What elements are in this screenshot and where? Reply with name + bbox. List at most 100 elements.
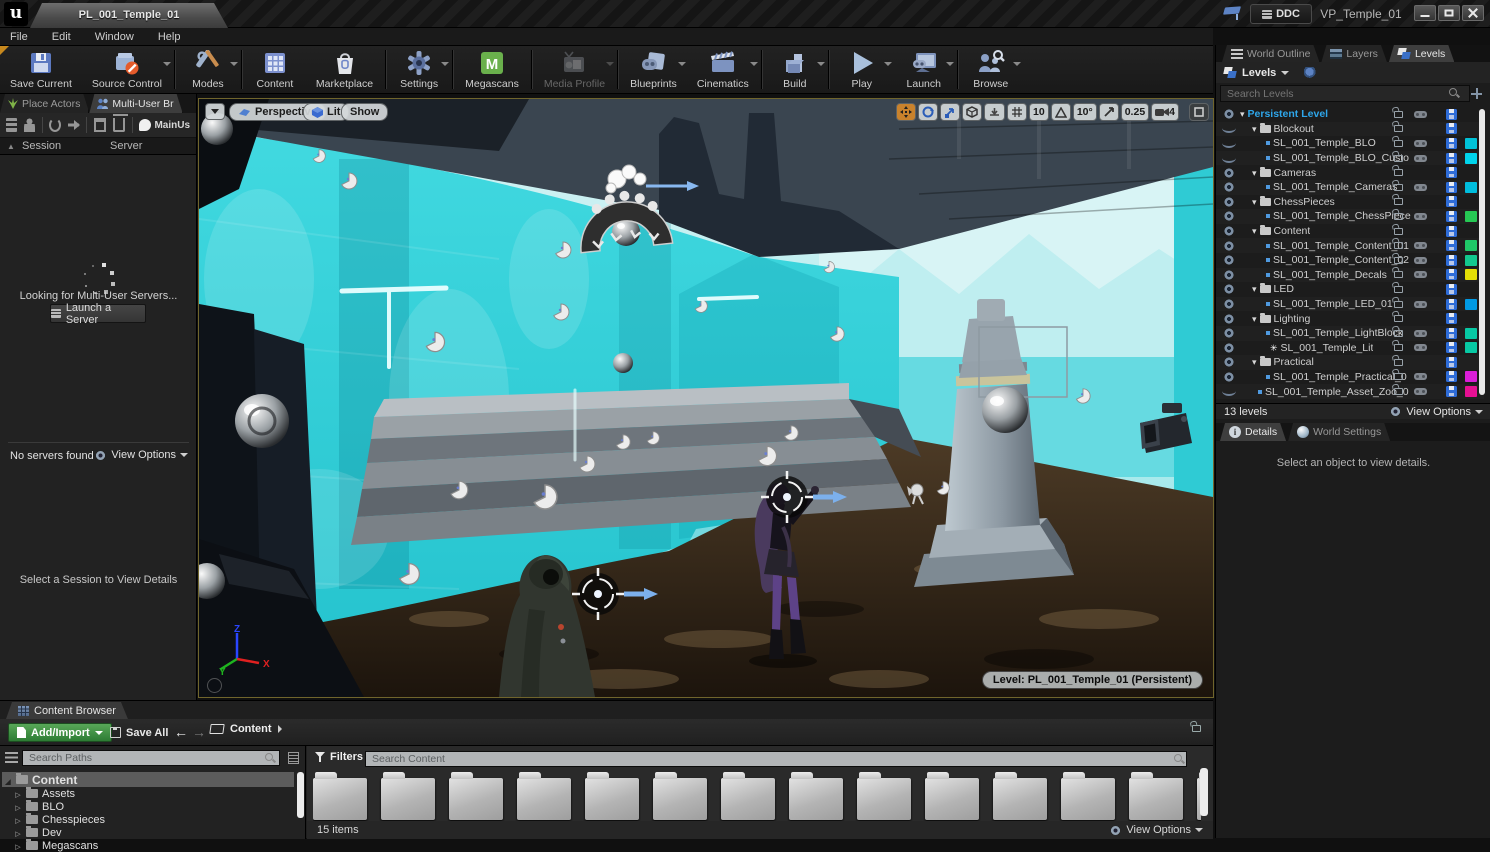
lock-icon[interactable] [1394, 330, 1403, 337]
menu-item[interactable]: Edit [52, 31, 71, 43]
lock-icon[interactable] [1394, 257, 1403, 264]
level-color-swatch[interactable] [1465, 371, 1477, 382]
dropdown-caret-icon[interactable] [884, 62, 892, 66]
gamepad-icon[interactable] [1414, 140, 1427, 147]
tree-folder-name[interactable]: Content [32, 773, 77, 787]
level-name[interactable]: SL_001_Temple_Asset_Zoo_0 [1265, 386, 1409, 398]
move-tool-button[interactable] [896, 103, 916, 121]
add-import-button[interactable]: Add/Import [8, 723, 112, 742]
add-level-icon[interactable] [1471, 88, 1482, 99]
save-all-button[interactable]: Save All [104, 723, 174, 742]
level-row[interactable]: SL_001_Temple_Practical_0 [1216, 370, 1484, 385]
add-user-icon[interactable] [24, 118, 35, 132]
level-row[interactable]: SL_001_Temple_LightBlock [1216, 326, 1484, 341]
search-content-input[interactable] [365, 751, 1187, 767]
megascans-button[interactable]: M Megascans [455, 46, 529, 93]
expand-arrow-icon[interactable] [1252, 283, 1257, 295]
content-view-options[interactable]: View Options [1109, 824, 1203, 836]
save-current-button[interactable]: Save Current [0, 46, 82, 93]
save-level-icon[interactable] [1446, 357, 1457, 368]
level-row[interactable]: SL_001_Temple_BLO_Custo [1216, 151, 1484, 166]
levels-view-options[interactable]: View Options [1389, 406, 1483, 418]
tab-multi-user-browser[interactable]: Multi-User Br [89, 94, 182, 113]
level-color-swatch[interactable] [1465, 269, 1477, 280]
content-folder[interactable] [789, 778, 843, 820]
save-level-icon[interactable] [1446, 240, 1457, 251]
modes-button[interactable]: Modes [177, 46, 239, 93]
tree-folder-name[interactable]: Dev [42, 827, 62, 839]
gamepad-icon[interactable] [1414, 388, 1427, 395]
search-paths-input[interactable] [22, 750, 280, 766]
archive-icon[interactable] [94, 118, 106, 132]
visibility-eye-icon[interactable] [1222, 109, 1236, 119]
levels-scrollbar[interactable] [1479, 109, 1485, 395]
viewport-help-icon[interactable] [207, 678, 222, 693]
tab-levels[interactable]: Levels [1389, 45, 1454, 62]
tree-expand-arrow[interactable] [4, 773, 12, 787]
save-level-icon[interactable] [1446, 211, 1457, 222]
viewport-options-dropdown[interactable] [205, 103, 225, 120]
marketplace-button[interactable]: Marketplace [306, 46, 383, 93]
column-session[interactable]: Session [22, 140, 110, 152]
sources-list-icon[interactable] [288, 752, 299, 764]
join-session-icon[interactable] [68, 118, 79, 132]
angle-snap-toggle[interactable] [1051, 103, 1071, 121]
level-color-swatch[interactable] [1465, 299, 1477, 310]
visibility-eye-icon[interactable] [1222, 299, 1236, 309]
settings-button[interactable]: Settings [388, 46, 450, 93]
content-folder[interactable] [1061, 778, 1115, 820]
save-level-icon[interactable] [1446, 328, 1457, 339]
collapse-sources-icon[interactable] [5, 752, 18, 763]
scale-snap-value[interactable]: 0.25 [1121, 103, 1149, 121]
tab-details[interactable]: i Details [1220, 423, 1286, 441]
launch-server-button[interactable]: Launch a Server [50, 304, 146, 323]
level-color-swatch[interactable] [1465, 240, 1477, 251]
level-color-swatch[interactable] [1465, 153, 1477, 164]
dropdown-caret-icon[interactable] [606, 62, 614, 66]
level-name[interactable]: Cameras [1274, 167, 1317, 179]
expand-arrow-icon[interactable] [1252, 167, 1257, 179]
visibility-eye-icon[interactable] [1222, 357, 1236, 367]
content-folder[interactable] [381, 778, 435, 820]
level-color-swatch[interactable] [1465, 211, 1477, 222]
save-level-icon[interactable] [1446, 342, 1457, 353]
scale-tool-button[interactable] [940, 103, 960, 121]
tab-content-browser[interactable]: Content Browser [6, 702, 128, 719]
world-local-toggle[interactable] [962, 103, 982, 121]
tree-row[interactable]: Dev [2, 826, 294, 839]
visibility-eye-icon[interactable] [1222, 241, 1236, 251]
dropdown-caret-icon[interactable] [678, 62, 686, 66]
menu-item[interactable]: Help [158, 31, 181, 43]
close-button[interactable] [1462, 5, 1484, 21]
tree-folder-name[interactable]: Assets [42, 788, 75, 800]
visibility-eye-icon[interactable] [1222, 328, 1236, 338]
session-view-options[interactable]: View Options [94, 449, 188, 461]
dropdown-caret-icon[interactable] [1013, 62, 1021, 66]
visibility-eye-icon[interactable] [1222, 314, 1236, 324]
level-color-swatch[interactable] [1465, 182, 1477, 193]
level-name[interactable]: ChessPieces [1274, 196, 1335, 208]
level-row[interactable]: LED [1216, 282, 1484, 297]
lock-icon[interactable] [1394, 315, 1403, 322]
save-level-icon[interactable] [1446, 386, 1457, 397]
tree-row[interactable]: BLO [2, 800, 294, 813]
dropdown-caret-icon[interactable] [230, 62, 238, 66]
visibility-eye-icon[interactable] [1222, 158, 1236, 163]
level-name[interactable]: SL_001_Temple_LightBlock [1273, 327, 1403, 339]
content-folder[interactable] [517, 778, 571, 820]
tree-expand-arrow[interactable] [14, 788, 22, 800]
save-level-icon[interactable] [1446, 123, 1457, 134]
lock-icon[interactable] [1394, 301, 1403, 308]
tab-world-outliner[interactable]: World Outline [1222, 45, 1319, 62]
document-tab[interactable]: PL_001_Temple_01 [30, 3, 228, 28]
level-color-swatch[interactable] [1465, 138, 1477, 149]
expand-arrow-icon[interactable] [1252, 196, 1257, 208]
lock-icon[interactable] [1394, 242, 1403, 249]
lock-icon[interactable] [1394, 286, 1403, 293]
tree-row[interactable]: Assets [2, 787, 294, 800]
lock-icon[interactable] [1394, 271, 1403, 278]
level-name[interactable]: Content [1274, 225, 1311, 237]
breadcrumb[interactable]: Content [210, 723, 282, 735]
save-level-icon[interactable] [1446, 182, 1457, 193]
main-user-toggle[interactable]: MainUs [139, 119, 190, 131]
